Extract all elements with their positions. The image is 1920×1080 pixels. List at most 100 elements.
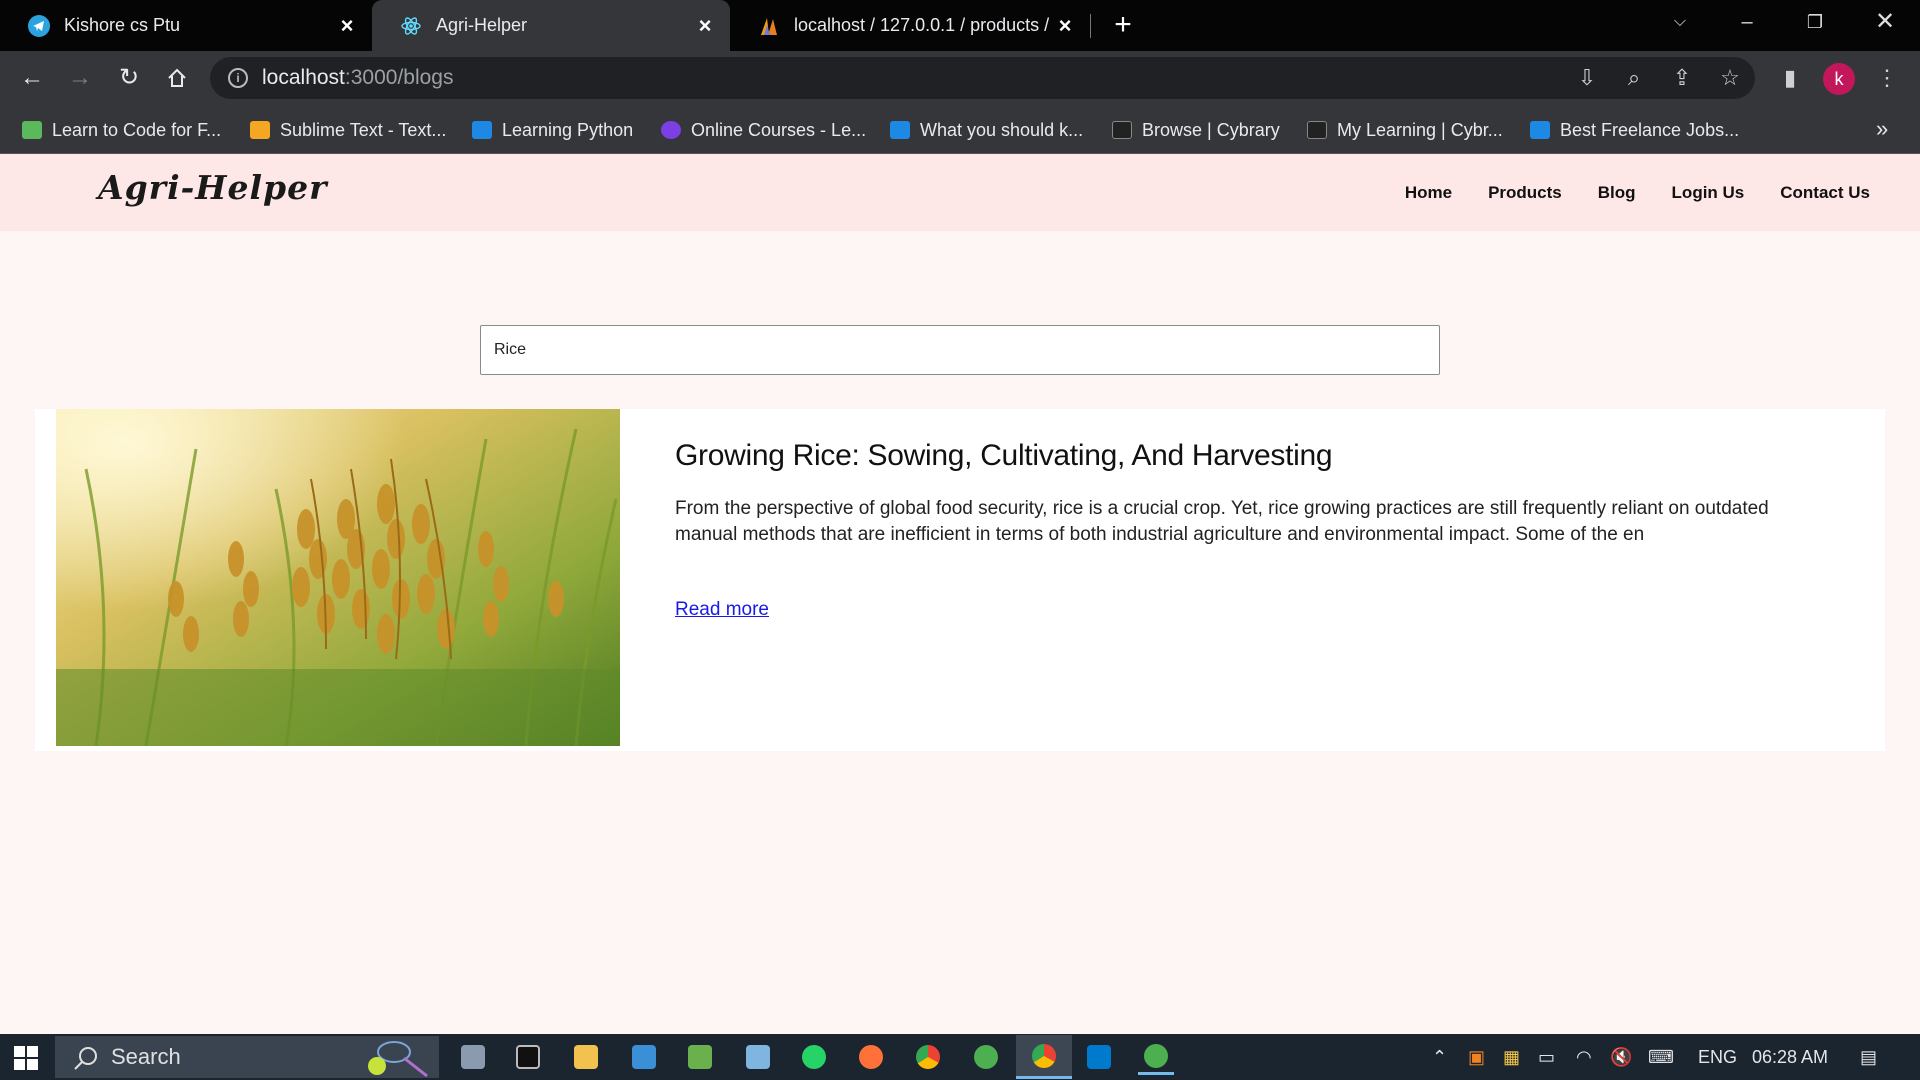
bookmark-item[interactable]: Learning Python xyxy=(472,106,633,154)
chrome-icon xyxy=(1032,1043,1056,1068)
taskbar-app-icon[interactable] xyxy=(1081,1039,1117,1075)
tab-telegram[interactable]: Kishore cs Ptu × xyxy=(0,0,372,51)
battery-icon[interactable]: ▭ xyxy=(1538,1034,1555,1080)
bookmark-item[interactable]: Best Freelance Jobs... xyxy=(1530,106,1739,154)
bookmark-star-icon[interactable]: ☆ xyxy=(1714,62,1746,94)
new-tab-button[interactable]: + xyxy=(1108,8,1138,42)
site-info-icon[interactable]: i xyxy=(228,68,248,88)
bookmark-item[interactable]: Browse | Cybrary xyxy=(1112,106,1280,154)
keyboard-icon[interactable]: ⌨ xyxy=(1648,1034,1674,1080)
minimize-button[interactable]: – xyxy=(1717,0,1777,44)
nav-products[interactable]: Products xyxy=(1488,183,1562,203)
nav-blog[interactable]: Blog xyxy=(1598,183,1636,203)
install-app-icon[interactable]: ⇩ xyxy=(1571,62,1603,94)
blog-search-input[interactable] xyxy=(480,325,1440,375)
tab-phpmyadmin[interactable]: localhost / 127.0.0.1 / products / × xyxy=(730,0,1091,51)
browser-tab-strip: Kishore cs Ptu × Agri-Helper × localhost… xyxy=(0,0,1920,51)
taskbar-app-icon[interactable] xyxy=(853,1039,889,1075)
taskbar-search-placeholder: Search xyxy=(111,1044,181,1069)
taskbar-app-icon[interactable] xyxy=(626,1039,662,1075)
bookmark-favicon-icon xyxy=(22,121,42,139)
site-nav: Home Products Blog Login Us Contact Us xyxy=(1405,154,1870,231)
web-page: Agri-Helper Home Products Blog Login Us … xyxy=(0,154,1920,1034)
windows-taskbar: Search ⌃ ▣ ▦ ▭ ◠ 🔇 ⌨ ENG 06:28 AM ▤ xyxy=(0,1034,1920,1080)
rice-field-image xyxy=(56,409,620,746)
bookmark-favicon-icon xyxy=(1530,121,1550,139)
zoom-icon[interactable]: ⌕ xyxy=(1618,62,1650,94)
nav-home[interactable]: Home xyxy=(1405,183,1452,203)
taskbar-app-icon[interactable] xyxy=(796,1039,832,1075)
share-icon[interactable]: ⇪ xyxy=(1666,62,1698,94)
bookmark-label: Sublime Text - Text... xyxy=(280,119,447,140)
taskbar-app-icon[interactable] xyxy=(455,1039,491,1075)
bookmark-label: Online Courses - Le... xyxy=(691,119,867,140)
vscode-icon xyxy=(1087,1045,1111,1069)
volume-muted-icon[interactable]: 🔇 xyxy=(1610,1034,1632,1080)
bookmark-favicon-icon xyxy=(1112,121,1132,139)
nav-contact[interactable]: Contact Us xyxy=(1780,183,1870,203)
tab-title: localhost / 127.0.0.1 / products / xyxy=(794,15,1050,35)
bookmark-favicon-icon xyxy=(661,121,681,139)
bookmark-item[interactable]: Sublime Text - Text... xyxy=(250,106,446,154)
bookmark-label: Learn to Code for F... xyxy=(52,119,222,140)
blog-excerpt: From the perspective of global food secu… xyxy=(675,498,1769,545)
forward-button[interactable]: → xyxy=(62,60,98,96)
phpmyadmin-icon xyxy=(758,15,780,37)
tab-search-chevron-icon[interactable]: ⌵ xyxy=(1650,0,1710,44)
bookmark-item[interactable]: My Learning | Cybr... xyxy=(1307,106,1503,154)
show-hidden-icons-icon[interactable]: ⌃ xyxy=(1432,1034,1447,1080)
xampp-icon[interactable]: ▣ xyxy=(1468,1034,1485,1080)
taskbar-app-icon[interactable] xyxy=(1138,1039,1174,1075)
notification-icon[interactable]: ▤ xyxy=(1860,1034,1877,1080)
taskbar-app-icon-active[interactable] xyxy=(1016,1035,1072,1079)
more-bookmarks-icon[interactable]: » xyxy=(1876,116,1888,142)
chrome-icon xyxy=(916,1045,940,1069)
menu-kebab-icon[interactable]: ⋮ xyxy=(1871,62,1903,94)
bookmark-label: What you should k... xyxy=(920,119,1084,140)
address-bar[interactable]: i localhost:3000/blogs xyxy=(210,57,1755,99)
spring-icon xyxy=(974,1045,998,1069)
url-path: :3000/blogs xyxy=(344,66,454,89)
read-more-link[interactable]: Read more xyxy=(675,599,769,621)
profile-avatar[interactable]: k xyxy=(1823,63,1855,95)
tab-agri-helper[interactable]: Agri-Helper × xyxy=(372,0,730,51)
reload-button[interactable]: ↻ xyxy=(111,60,147,96)
taskbar-app-icon[interactable] xyxy=(682,1039,718,1075)
close-window-button[interactable]: ✕ xyxy=(1855,0,1915,44)
windows-start-icon[interactable] xyxy=(14,1046,38,1070)
spring-icon xyxy=(1144,1043,1168,1068)
bookmark-item[interactable]: Learn to Code for F... xyxy=(22,106,221,154)
back-button[interactable]: ← xyxy=(14,60,50,96)
taskbar-search-box[interactable]: Search xyxy=(55,1036,439,1078)
wifi-icon[interactable]: ◠ xyxy=(1576,1034,1592,1080)
taskbar-app-icon[interactable] xyxy=(968,1039,1004,1075)
language-indicator[interactable]: ENG xyxy=(1698,1034,1737,1080)
bookmark-label: Learning Python xyxy=(502,119,634,140)
home-button[interactable] xyxy=(159,60,195,96)
taskbar-app-icon[interactable] xyxy=(568,1039,604,1075)
nav-login[interactable]: Login Us xyxy=(1672,183,1745,203)
close-tab-icon[interactable]: × xyxy=(1054,13,1076,39)
site-logo[interactable]: Agri-Helper xyxy=(98,168,327,207)
blog-title[interactable]: Growing Rice: Sowing, Cultivating, And H… xyxy=(675,439,1333,473)
bookmark-label: Browse | Cybrary xyxy=(1142,119,1280,140)
bookmark-favicon-icon xyxy=(890,121,910,139)
telegram-icon xyxy=(28,14,50,37)
side-panel-icon[interactable]: ▮ xyxy=(1774,62,1806,94)
bookmark-label: Best Freelance Jobs... xyxy=(1560,119,1740,140)
bookmark-item[interactable]: Online Courses - Le... xyxy=(661,106,866,154)
close-tab-icon[interactable]: × xyxy=(694,13,716,39)
close-tab-icon[interactable]: × xyxy=(336,13,358,39)
taskbar-app-icon[interactable] xyxy=(510,1039,546,1075)
restore-button[interactable]: ❐ xyxy=(1785,0,1845,44)
bookmarks-bar: Learn to Code for F... Sublime Text - Te… xyxy=(0,106,1920,154)
bookmark-item[interactable]: What you should k... xyxy=(890,106,1083,154)
taskbar-app-icon[interactable] xyxy=(740,1039,776,1075)
tab-title: Kishore cs Ptu xyxy=(64,15,181,35)
search-icon xyxy=(74,1047,97,1070)
clock[interactable]: 06:28 AM xyxy=(1752,1034,1828,1080)
taskbar-app-icon[interactable] xyxy=(910,1039,946,1075)
bookmark-favicon-icon xyxy=(250,121,270,139)
app-tray-icon[interactable]: ▦ xyxy=(1503,1034,1520,1080)
react-icon xyxy=(400,15,422,37)
